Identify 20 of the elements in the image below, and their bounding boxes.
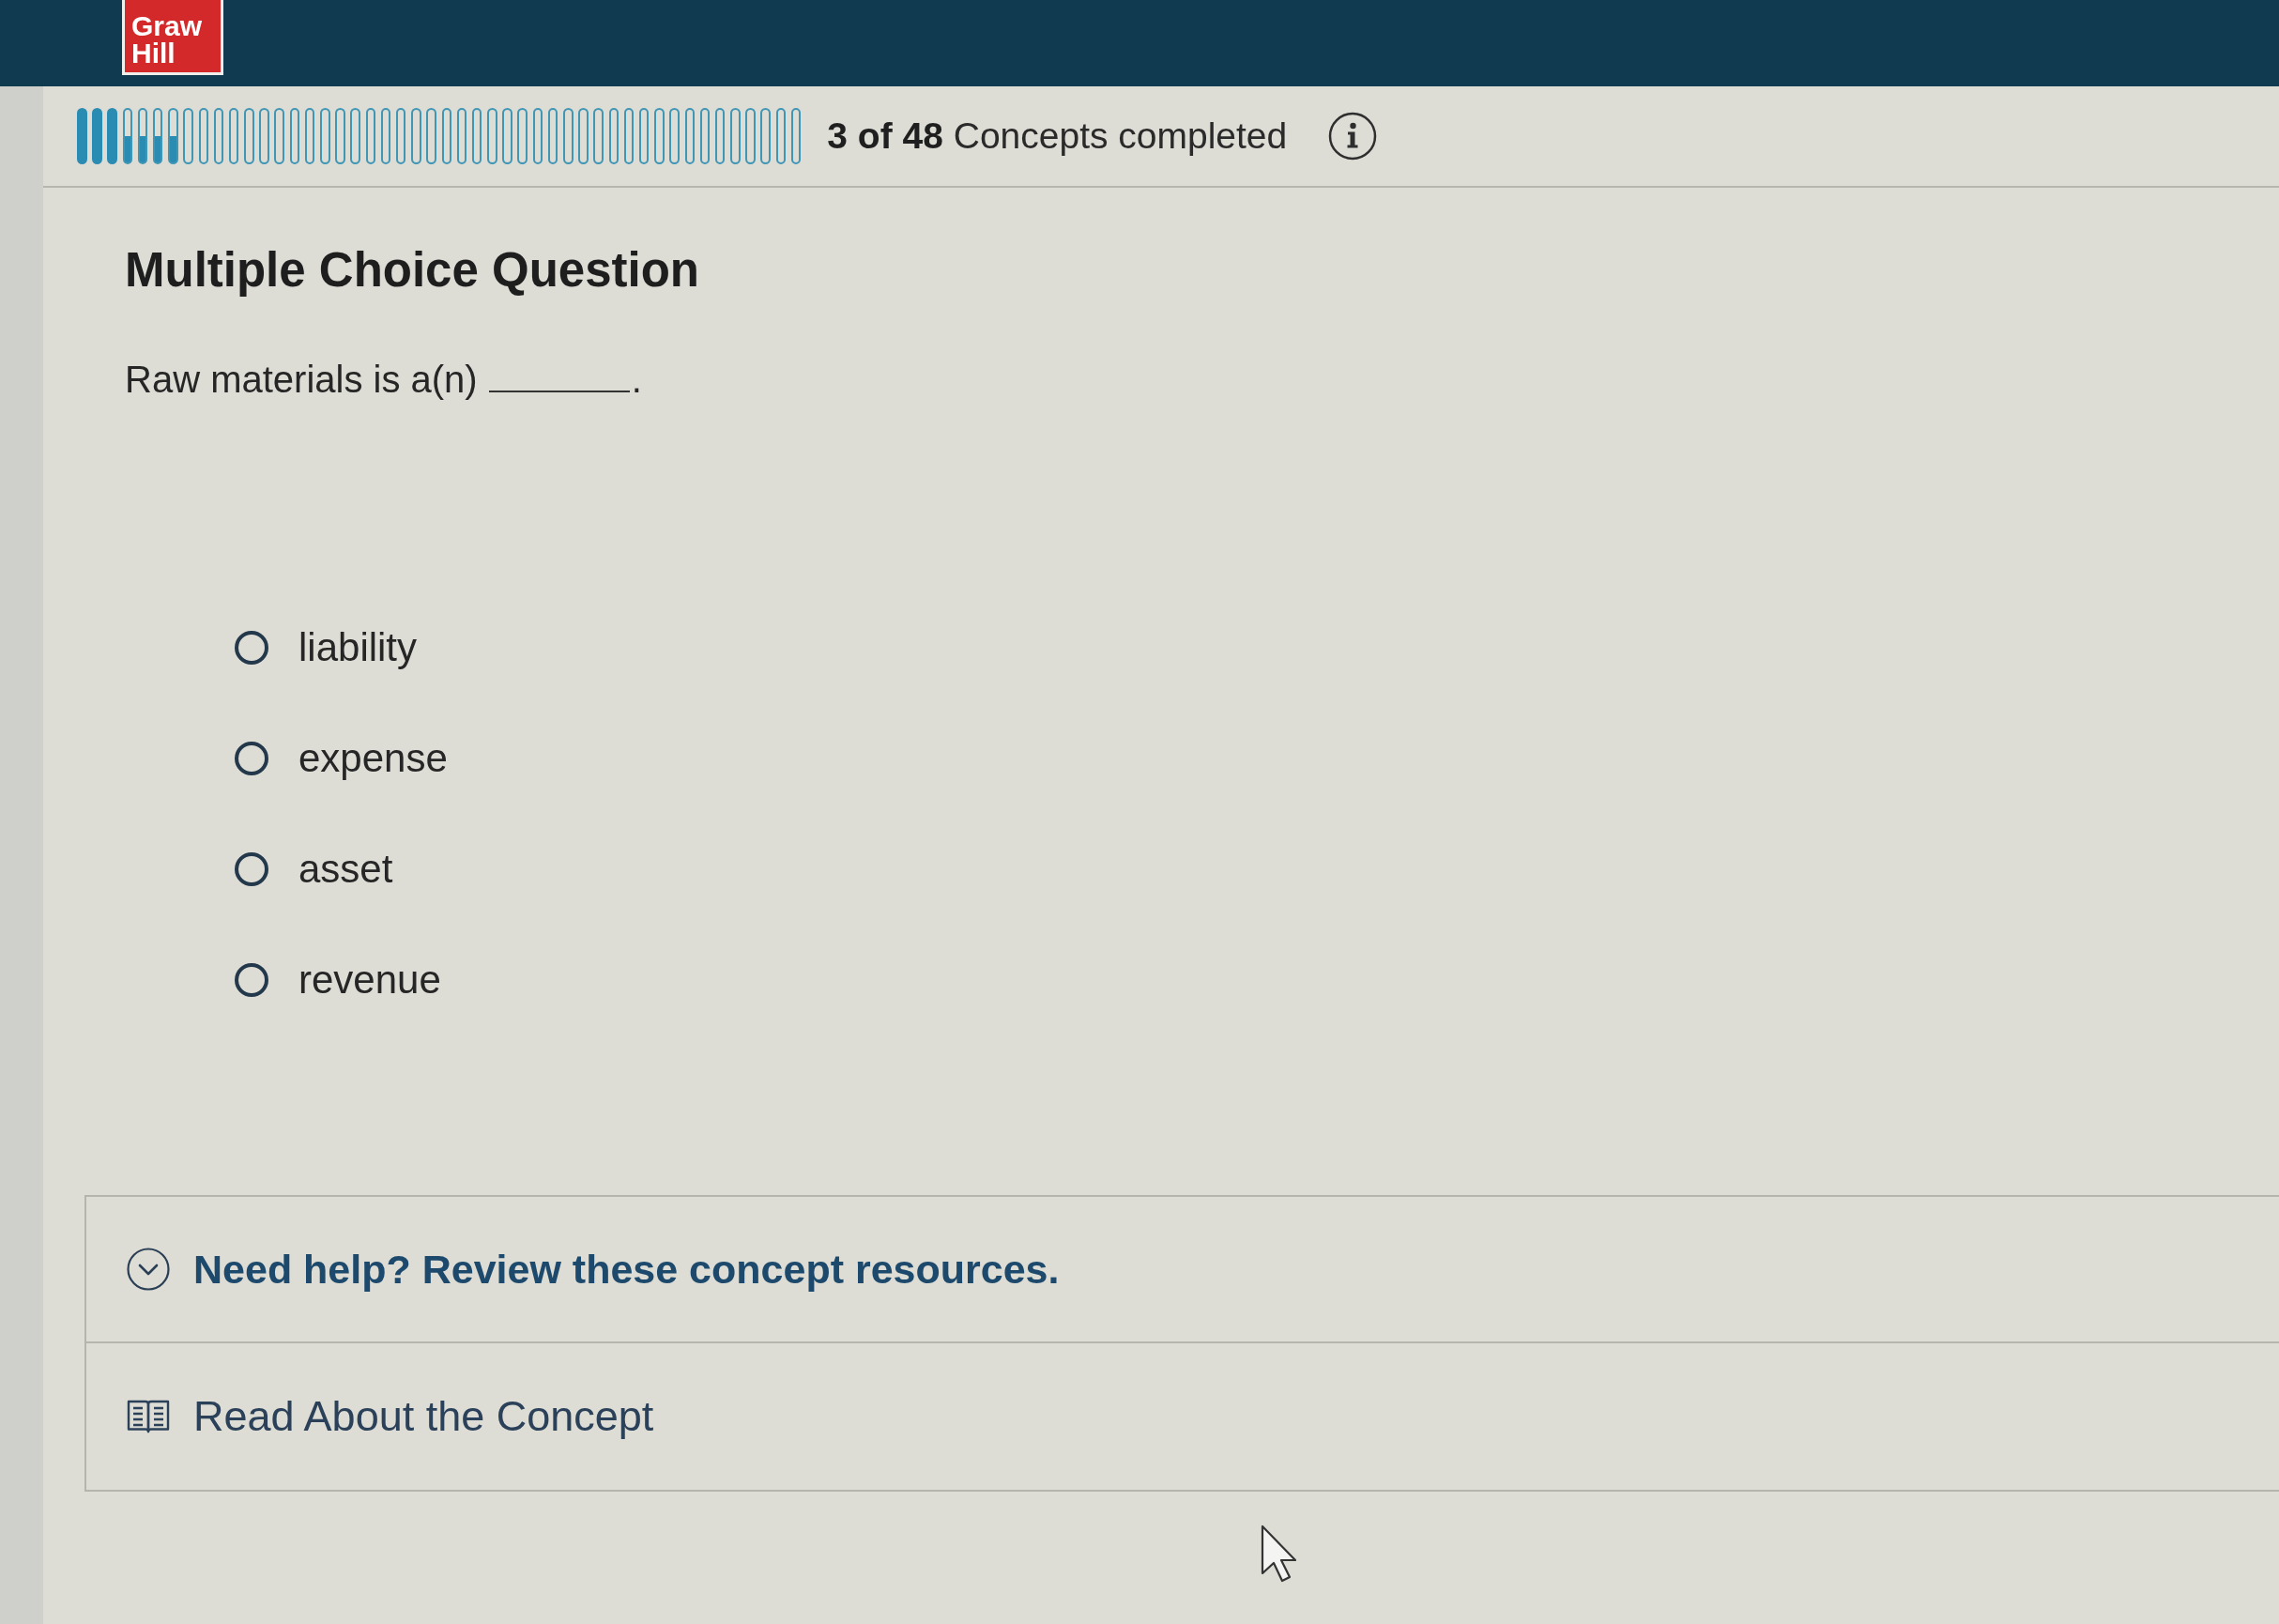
logo: Graw Hill — [122, 0, 223, 75]
book-icon — [127, 1398, 170, 1435]
question-text: Raw materials is a(n) — [125, 358, 478, 402]
resource-link[interactable]: Read About the Concept — [127, 1392, 654, 1441]
radio-button[interactable] — [235, 852, 268, 886]
question-heading: Multiple Choice Question — [125, 244, 700, 297]
radio-button[interactable] — [235, 742, 268, 775]
radio-button[interactable] — [235, 963, 268, 997]
question-punctuation: . — [631, 358, 642, 402]
radio-button[interactable] — [235, 631, 268, 665]
info-icon — [1328, 112, 1378, 161]
answer-option[interactable]: revenue — [235, 957, 448, 1004]
cursor-icon — [1261, 1524, 1296, 1583]
answer-option[interactable]: asset — [235, 846, 448, 893]
answer-option[interactable]: expense — [235, 735, 448, 782]
info-button[interactable] — [1328, 112, 1378, 161]
help-toggle[interactable]: Need help? Review these concept resources. — [127, 1246, 1060, 1293]
chevron-icon — [127, 1248, 170, 1291]
progress-status: 3 of 48 Concepts completed — [827, 115, 1288, 157]
answer-option[interactable]: liability — [235, 624, 448, 671]
